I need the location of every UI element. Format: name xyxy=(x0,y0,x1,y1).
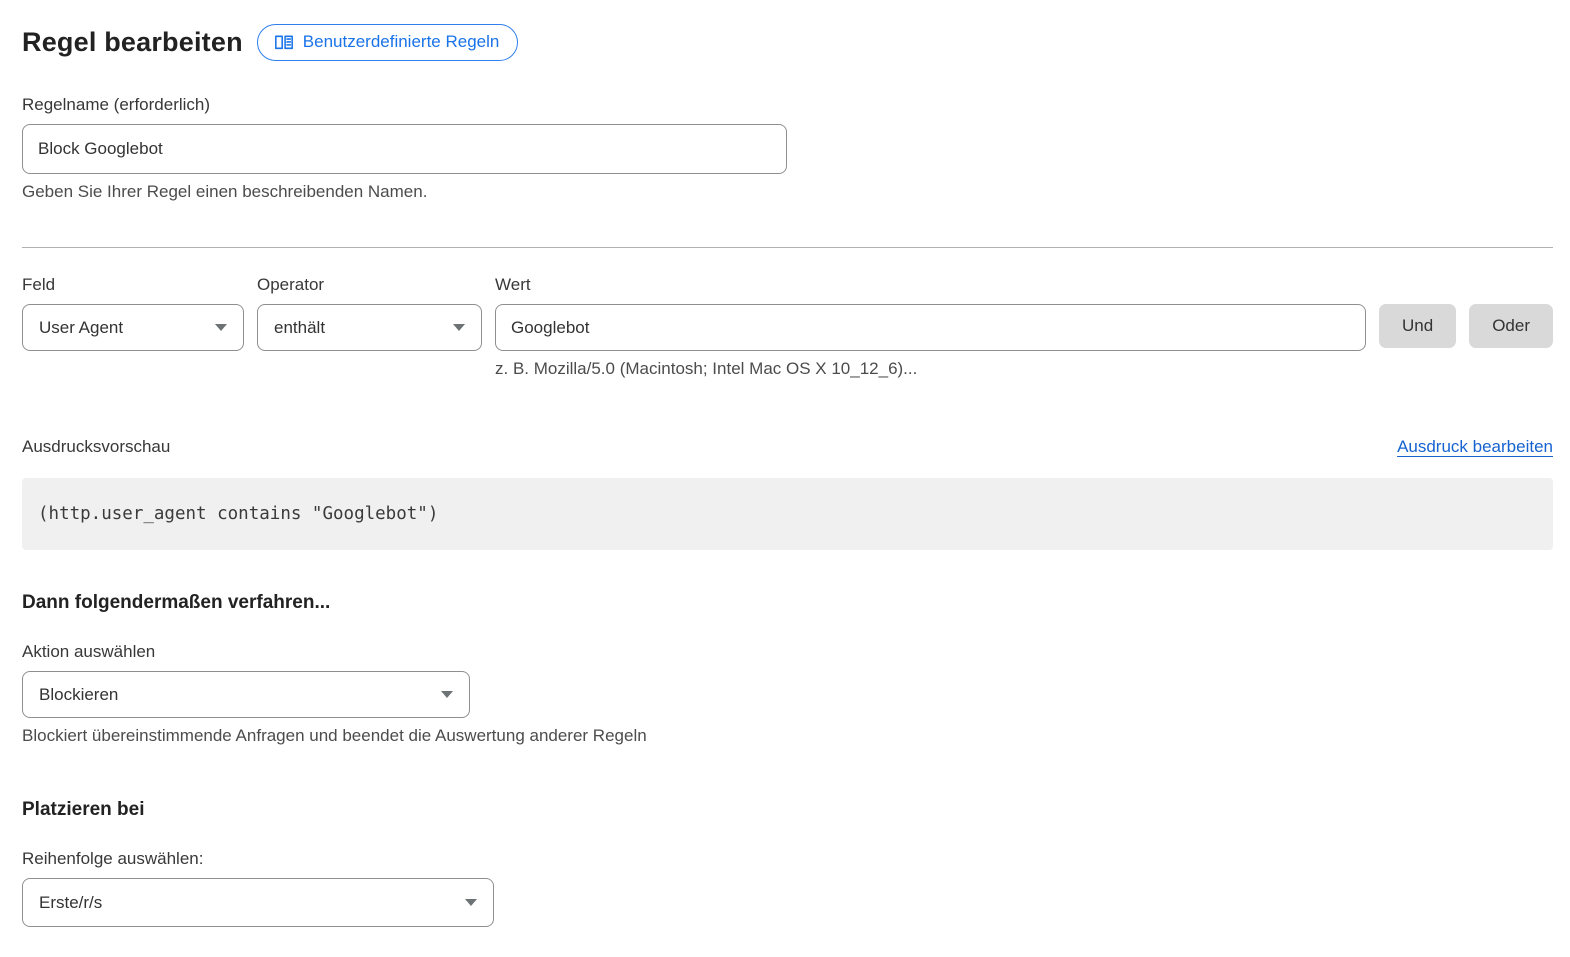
expression-preview-box: (http.user_agent contains "Googlebot") xyxy=(22,478,1553,550)
condition-row: Feld User Agent Operator enthält Wert z.… xyxy=(22,275,1553,379)
field-dropdown-value: User Agent xyxy=(39,318,123,338)
and-button[interactable]: Und xyxy=(1379,304,1456,348)
rule-name-help: Geben Sie Ihrer Regel einen beschreibend… xyxy=(22,182,787,202)
expression-preview-label: Ausdrucksvorschau xyxy=(22,437,170,457)
action-select-label: Aktion auswählen xyxy=(22,642,1553,662)
value-label: Wert xyxy=(495,275,1366,295)
order-dropdown[interactable]: Erste/r/s xyxy=(22,878,494,927)
operator-label: Operator xyxy=(257,275,482,295)
field-column: Feld User Agent xyxy=(22,275,244,351)
operator-column: Operator enthält xyxy=(257,275,482,351)
rule-name-label: Regelname (erforderlich) xyxy=(22,95,787,115)
caret-down-icon xyxy=(441,691,453,698)
caret-down-icon xyxy=(453,324,465,331)
docs-button-label: Benutzerdefinierte Regeln xyxy=(303,32,500,52)
page-header: Regel bearbeiten Benutzerdefinierte Rege… xyxy=(22,24,1553,61)
expression-header: Ausdrucksvorschau Ausdruck bearbeiten xyxy=(22,437,1553,457)
action-dropdown-value: Blockieren xyxy=(39,685,118,705)
order-dropdown-value: Erste/r/s xyxy=(39,893,102,913)
logic-buttons: Und Oder xyxy=(1379,275,1553,348)
value-help: z. B. Mozilla/5.0 (Macintosh; Intel Mac … xyxy=(495,359,1366,379)
or-button[interactable]: Oder xyxy=(1469,304,1553,348)
action-section: Dann folgendermaßen verfahren... Aktion … xyxy=(22,592,1553,746)
custom-rules-docs-button[interactable]: Benutzerdefinierte Regeln xyxy=(257,24,519,61)
field-dropdown[interactable]: User Agent xyxy=(22,304,244,351)
field-label: Feld xyxy=(22,275,244,295)
value-column: Wert z. B. Mozilla/5.0 (Macintosh; Intel… xyxy=(495,275,1366,379)
rule-name-section: Regelname (erforderlich) Geben Sie Ihrer… xyxy=(22,95,787,202)
section-divider xyxy=(22,247,1553,248)
operator-dropdown[interactable]: enthält xyxy=(257,304,482,351)
placement-section: Platzieren bei Reihenfolge auswählen: Er… xyxy=(22,799,1553,927)
action-help: Blockiert übereinstimmende Anfragen und … xyxy=(22,726,1553,746)
caret-down-icon xyxy=(215,324,227,331)
operator-dropdown-value: enthält xyxy=(274,318,325,338)
page-title: Regel bearbeiten xyxy=(22,27,243,58)
expression-code: (http.user_agent contains "Googlebot") xyxy=(38,504,438,524)
order-select-label: Reihenfolge auswählen: xyxy=(22,849,1553,869)
edit-expression-link[interactable]: Ausdruck bearbeiten xyxy=(1397,437,1553,457)
caret-down-icon xyxy=(465,899,477,906)
placement-heading: Platzieren bei xyxy=(22,799,1553,821)
action-heading: Dann folgendermaßen verfahren... xyxy=(22,592,1553,614)
rule-name-input[interactable] xyxy=(22,124,787,174)
action-dropdown[interactable]: Blockieren xyxy=(22,671,470,718)
value-input[interactable] xyxy=(495,304,1366,351)
open-book-icon xyxy=(274,34,294,51)
